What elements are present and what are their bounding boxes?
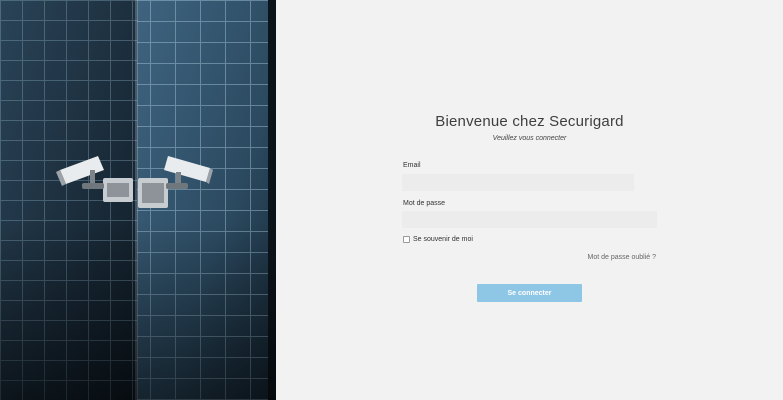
forgot-password-link[interactable]: Mot de passe oublié ? <box>588 254 657 261</box>
remember-me-label: Se souvenir de moi <box>413 236 473 243</box>
login-panel: Bienvenue chez Securigard Veuillez vous … <box>276 0 783 400</box>
password-field[interactable] <box>402 211 657 228</box>
login-page: Bienvenue chez Securigard Veuillez vous … <box>0 0 783 400</box>
password-label: Mot de passe <box>403 200 446 207</box>
page-subtitle: Veuillez vous connecter <box>492 135 567 142</box>
building-corner-illustration <box>0 0 276 400</box>
hero-image <box>0 0 276 400</box>
page-title: Bienvenue chez Securigard <box>435 113 624 130</box>
email-field[interactable] <box>402 174 634 191</box>
remember-me-checkbox[interactable]: Se souvenir de moi <box>403 236 473 243</box>
login-button[interactable]: Se connecter <box>477 284 582 302</box>
checkbox-icon[interactable] <box>403 236 410 243</box>
email-label: Email <box>403 162 421 169</box>
